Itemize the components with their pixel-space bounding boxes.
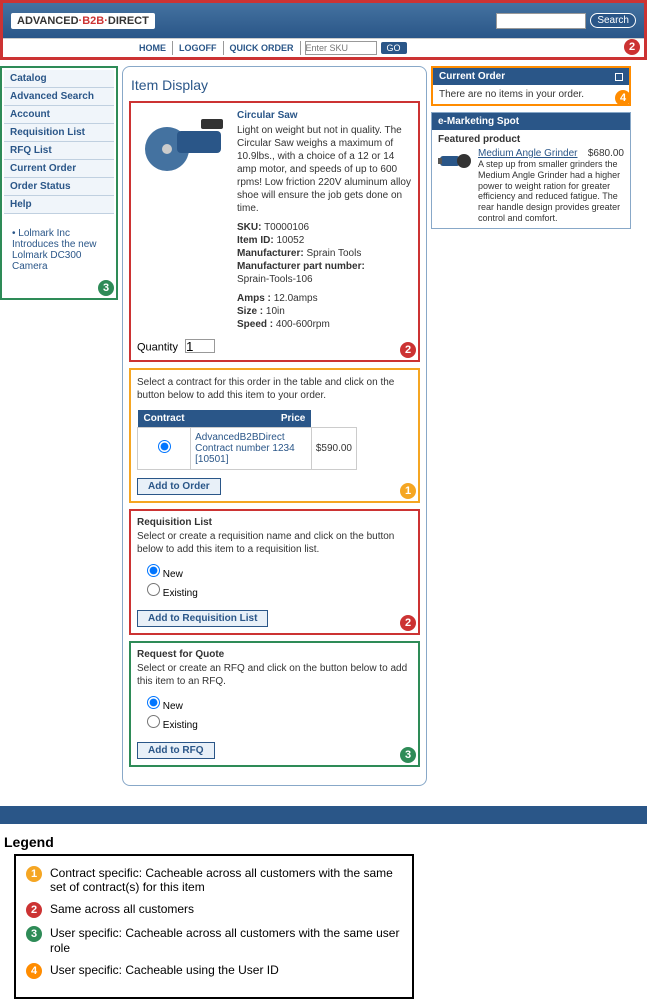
legend-badge-1: 1: [26, 866, 42, 882]
footer-bar: [0, 806, 647, 824]
badge-4-icon: 4: [615, 90, 631, 106]
badge-2-icon: 2: [400, 615, 416, 631]
sidebar-item-current-order[interactable]: Current Order: [4, 160, 114, 178]
product-image: [137, 109, 227, 179]
add-to-order-button[interactable]: Add to Order: [137, 478, 221, 495]
contract-table: ContractPrice AdvancedB2BDirect Contract…: [137, 410, 357, 470]
add-to-rfq-button[interactable]: Add to RFQ: [137, 742, 215, 759]
legend-badge-3: 3: [26, 926, 42, 942]
sidebar: Catalog Advanced Search Account Requisit…: [0, 66, 118, 300]
current-order-box: Current Order There are no items in your…: [431, 66, 631, 106]
sidebar-news[interactable]: Lolmark Inc Introduces the new Lolmark D…: [4, 220, 114, 280]
sku-input[interactable]: [305, 41, 377, 55]
featured-desc: A step up from smaller grinders the Medi…: [478, 159, 624, 224]
requisition-section: Requisition List Select or create a requ…: [129, 509, 420, 635]
sidebar-item-catalog[interactable]: Catalog: [4, 70, 114, 88]
search-input[interactable]: [496, 13, 586, 29]
site-header: ADVANCED·B2B·DIRECT Search: [3, 3, 644, 38]
badge-1-icon: 1: [400, 483, 416, 499]
sidebar-item-requisition-list[interactable]: Requisition List: [4, 124, 114, 142]
marketing-spot-title: e-Marketing Spot: [438, 116, 519, 127]
badge-3-icon: 3: [400, 747, 416, 763]
sidebar-item-account[interactable]: Account: [4, 106, 114, 124]
req-existing-radio[interactable]: [147, 583, 160, 596]
legend-badge-4: 4: [26, 963, 42, 979]
badge-2-icon: 2: [400, 342, 416, 358]
rfq-new-radio[interactable]: [147, 696, 160, 709]
item-section: Circular Saw Light on weight but not in …: [129, 101, 420, 362]
nav-bar: HOME LOGOFF QUICK ORDER GO: [3, 38, 644, 57]
product-description: Light on weight but not in quality. The …: [237, 124, 412, 215]
go-button[interactable]: GO: [381, 42, 407, 54]
featured-image: [438, 148, 472, 174]
req-new-radio[interactable]: [147, 564, 160, 577]
current-order-body: There are no items in your order.: [433, 85, 629, 104]
center-panel: Item Display Circular Saw Light on weigh…: [122, 66, 427, 786]
featured-price: $680.00: [588, 148, 624, 159]
current-order-title: Current Order: [439, 71, 505, 82]
contract-radio[interactable]: [158, 440, 171, 453]
nav-logoff[interactable]: LOGOFF: [173, 41, 224, 55]
marketing-spot-box: e-Marketing Spot Featured product Medium…: [431, 112, 631, 229]
qty-label: Quantity: [137, 342, 178, 354]
nav-home[interactable]: HOME: [133, 41, 173, 55]
add-to-requisition-button[interactable]: Add to Requisition List: [137, 610, 268, 627]
contract-section: Select a contract for this order in the …: [129, 368, 420, 503]
qty-input[interactable]: [185, 339, 215, 353]
rfq-section: Request for Quote Select or create an RF…: [129, 641, 420, 767]
rfq-existing-radio[interactable]: [147, 715, 160, 728]
sidebar-item-rfq-list[interactable]: RFQ List: [4, 142, 114, 160]
sidebar-item-order-status[interactable]: Order Status: [4, 178, 114, 196]
sidebar-item-help[interactable]: Help: [4, 196, 114, 214]
nav-quick-order[interactable]: QUICK ORDER: [224, 41, 301, 55]
window-icon[interactable]: [615, 73, 623, 81]
brand-logo: ADVANCED·B2B·DIRECT: [11, 13, 155, 29]
rfq-title: Request for Quote: [137, 649, 412, 660]
badge-3-icon: 3: [98, 280, 114, 296]
legend-title: Legend: [4, 834, 647, 850]
featured-label: Featured product: [438, 134, 624, 145]
sidebar-item-advanced-search[interactable]: Advanced Search: [4, 88, 114, 106]
requisition-title: Requisition List: [137, 517, 412, 528]
featured-link[interactable]: Medium Angle Grinder: [478, 148, 578, 159]
product-name: Circular Saw: [237, 109, 412, 122]
badge-2-icon: 2: [624, 39, 640, 55]
page-title: Item Display: [129, 73, 420, 101]
search-button[interactable]: Search: [590, 13, 636, 28]
legend-box: 1Contract specific: Cacheable across all…: [14, 854, 414, 999]
contract-desc: Select a contract for this order in the …: [137, 376, 412, 402]
legend-badge-2: 2: [26, 902, 42, 918]
